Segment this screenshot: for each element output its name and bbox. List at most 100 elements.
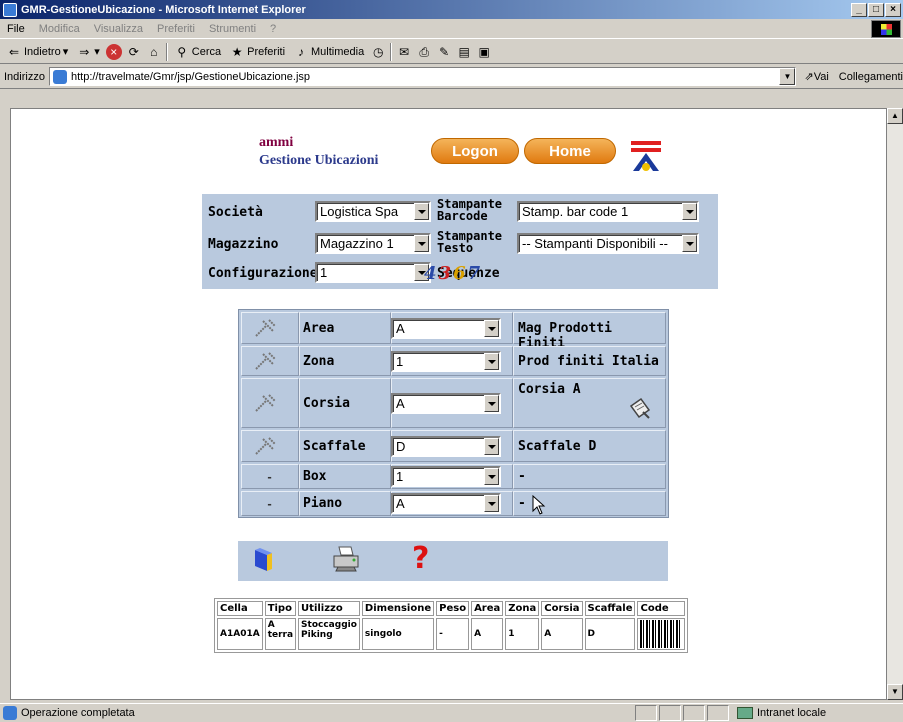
forward-button[interactable]: ⇒ ▾ — [74, 44, 102, 60]
stampante-testo-label-line2: Testo — [437, 241, 474, 255]
search-icon: ⚲ — [177, 44, 187, 59]
stop-icon[interactable]: × — [105, 43, 122, 60]
magazzino-select[interactable]: Magazzino 1 — [315, 233, 431, 254]
page-viewport: ammi Gestione Ubicazioni Logon Home Soci… — [10, 108, 887, 700]
menu-help[interactable]: ? — [263, 23, 283, 35]
menu-file[interactable]: File — [0, 23, 32, 35]
multimedia-button[interactable]: ♪ Multimedia — [291, 44, 366, 60]
menu-bar: File Modifica Visualizza Preferiti Strum… — [0, 19, 903, 39]
stampante-testo-select[interactable]: -- Stampanti Disponibili -- — [517, 233, 699, 254]
location-row-scaffale: Scaffale D Scaffale D — [241, 430, 666, 462]
user-name: ammi — [259, 135, 294, 150]
tools-icon[interactable] — [253, 435, 279, 457]
cells-table-header: Cella Tipo Utilizzo Dimensione Peso Area… — [217, 601, 686, 616]
chevron-down-icon[interactable] — [484, 395, 499, 412]
refresh-icon[interactable]: ⟳ — [126, 44, 142, 60]
discuss-icon[interactable]: ▤ — [456, 44, 472, 60]
box-select[interactable]: 1 — [391, 466, 501, 487]
menu-preferiti[interactable]: Preferiti — [150, 23, 202, 35]
home-icon[interactable]: ⌂ — [146, 44, 162, 60]
search-button[interactable]: ⚲ Cerca — [172, 44, 223, 60]
intranet-icon — [737, 707, 753, 719]
maximize-button[interactable]: □ — [868, 2, 884, 17]
menu-visualizza[interactable]: Visualizza — [87, 23, 150, 35]
tools-icon[interactable] — [253, 317, 279, 339]
search-label: Cerca — [191, 45, 222, 58]
row-cell — [513, 464, 666, 489]
messenger-icon[interactable]: ▣ — [476, 44, 492, 60]
area-label: Area — [303, 321, 335, 336]
chevron-down-icon[interactable] — [682, 235, 697, 252]
minimize-button[interactable]: _ — [851, 2, 867, 17]
menu-modifica[interactable]: Modifica — [32, 23, 87, 35]
cell-peso: - — [436, 618, 470, 650]
home-button[interactable]: Home — [524, 138, 616, 164]
piano-select[interactable]: A — [391, 493, 501, 514]
logon-button[interactable]: Logon — [431, 138, 519, 164]
scroll-up-icon[interactable]: ▲ — [887, 108, 903, 124]
print-icon[interactable]: ⎙ — [416, 44, 432, 60]
history-icon[interactable]: ◷ — [370, 44, 386, 60]
box-icon-placeholder: - — [267, 469, 272, 484]
area-select[interactable]: A — [391, 318, 501, 339]
browser-window: GMR-GestioneUbicazione - Microsoft Inter… — [0, 0, 903, 722]
open-folder-icon[interactable] — [252, 547, 276, 573]
printer-icon[interactable] — [331, 545, 361, 573]
stampante-barcode-label-line2: Barcode — [437, 209, 488, 223]
favorites-button[interactable]: ★ Preferiti — [227, 44, 287, 60]
scroll-down-icon[interactable]: ▼ — [887, 684, 903, 700]
societa-select[interactable]: Logistica Spa — [315, 201, 431, 222]
chevron-down-icon[interactable] — [484, 468, 499, 485]
menu-strumenti[interactable]: Strumenti — [202, 23, 263, 35]
sequence-icons[interactable]: 4 3 6 7 — [424, 263, 510, 287]
chevron-down-icon[interactable] — [484, 438, 499, 455]
mail-icon[interactable]: ✉ — [396, 44, 412, 60]
edit-icon[interactable]: ✎ — [436, 44, 452, 60]
help-icon[interactable]: ? — [412, 541, 438, 577]
links-button[interactable]: Collegamenti — [839, 71, 903, 83]
piano-icon-placeholder: - — [267, 496, 272, 511]
stampante-barcode-label: Stampante Barcode — [437, 198, 502, 222]
page-done-icon — [3, 706, 17, 720]
chevron-down-icon[interactable] — [484, 495, 499, 512]
back-button[interactable]: ⇐ Indietro ▾ — [4, 44, 70, 60]
cell-code[interactable]: A1A01A — [217, 618, 263, 650]
status-text: Operazione completata — [21, 707, 135, 719]
tools-icon[interactable] — [253, 392, 279, 414]
sequence-glyph[interactable]: 3 — [439, 263, 452, 287]
chevron-down-icon[interactable] — [414, 203, 429, 220]
sequence-glyph[interactable]: 7 — [468, 263, 481, 287]
chevron-down-icon[interactable]: ▾ — [94, 45, 100, 58]
chevron-down-icon[interactable] — [484, 353, 499, 370]
status-panel — [635, 705, 657, 721]
address-input[interactable]: http://travelmate/Gmr/jsp/GestioneUbicaz… — [48, 67, 797, 86]
zona-select[interactable]: 1 — [391, 351, 501, 372]
corsia-select[interactable]: A — [391, 393, 501, 414]
address-dropdown-icon[interactable]: ▼ — [779, 68, 796, 85]
sequence-glyph[interactable]: 4 — [424, 263, 437, 287]
tools-icon[interactable] — [253, 350, 279, 372]
page-header: ammi Gestione Ubicazioni — [259, 134, 378, 170]
stampante-barcode-value: Stamp. bar code 1 — [522, 204, 629, 219]
column-header: Code — [637, 601, 686, 616]
close-button[interactable]: × — [885, 2, 901, 17]
configurazione-select[interactable]: 1 — [315, 262, 431, 283]
stampante-barcode-select[interactable]: Stamp. bar code 1 — [517, 201, 699, 222]
table-row[interactable]: A1A01A Aterra Stoccaggio Piking singolo -… — [217, 618, 686, 650]
clipboard-edit-icon[interactable] — [627, 396, 653, 420]
chevron-down-icon[interactable] — [682, 203, 697, 220]
sequence-glyph[interactable]: 6 — [453, 263, 466, 287]
go-button[interactable]: ⇗Vai — [804, 70, 828, 83]
vertical-scrollbar[interactable]: ▲ ▼ — [887, 108, 903, 700]
chevron-down-icon[interactable] — [484, 320, 499, 337]
multimedia-label: Multimedia — [311, 45, 365, 58]
column-header: Dimensione — [361, 601, 435, 616]
magazzino-value: Magazzino 1 — [320, 236, 394, 251]
cell-utilizzo: Stoccaggio Piking — [298, 618, 360, 650]
scaffale-select[interactable]: D — [391, 436, 501, 457]
zona-value: 1 — [396, 354, 404, 369]
forward-arrow-icon: ⇒ — [79, 44, 90, 59]
zone-label: Intranet locale — [757, 707, 827, 719]
chevron-down-icon[interactable] — [414, 235, 429, 252]
chevron-down-icon[interactable]: ▾ — [63, 45, 69, 58]
